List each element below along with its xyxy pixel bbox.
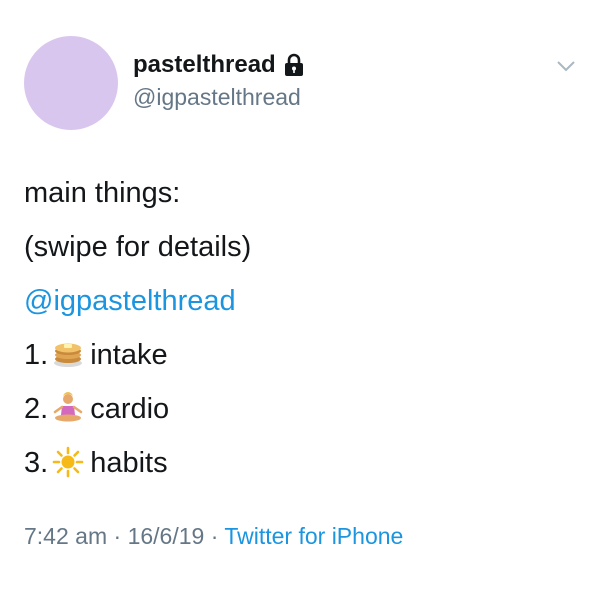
- timestamp-date[interactable]: 16/6/19: [128, 523, 205, 549]
- author-handle[interactable]: @igpastelthread: [133, 82, 301, 112]
- list-item-number: 3.: [24, 447, 49, 479]
- tweet-meta: 7:42 am · 16/6/19 · Twitter for iPhone: [24, 520, 403, 552]
- list-item-number: 2.: [24, 393, 49, 425]
- avatar[interactable]: [24, 36, 118, 130]
- tweet-card: pastelthread @igpastelthread main things…: [0, 0, 600, 600]
- tweet-text: main things: (swipe for details) @igpast…: [24, 166, 251, 490]
- separator: ·: [204, 523, 225, 549]
- list-item: 3. habits: [24, 436, 251, 490]
- list-item-number: 1.: [24, 339, 49, 371]
- lock-icon: [284, 53, 303, 76]
- sun-icon: [52, 446, 84, 478]
- source-link[interactable]: Twitter for iPhone: [224, 523, 403, 549]
- person-in-lotus-position-icon: [53, 392, 83, 422]
- list-item: 1. intake: [24, 328, 251, 382]
- list-item-label: habits: [90, 447, 168, 479]
- separator: ·: [107, 523, 128, 549]
- list-item: 2. cardio: [24, 382, 251, 436]
- author-name-row: pastelthread: [133, 50, 305, 80]
- pancakes-icon: [54, 343, 83, 367]
- list-item-label: cardio: [90, 393, 170, 425]
- list-item-label: intake: [90, 339, 168, 371]
- mention-link[interactable]: @igpastelthread: [24, 274, 251, 328]
- timestamp-time[interactable]: 7:42 am: [24, 523, 107, 549]
- tweet-line: (swipe for details): [24, 231, 252, 263]
- tweet-line: main things:: [24, 177, 181, 209]
- display-name[interactable]: pastelthread: [133, 50, 276, 80]
- chevron-down-icon[interactable]: [554, 56, 578, 76]
